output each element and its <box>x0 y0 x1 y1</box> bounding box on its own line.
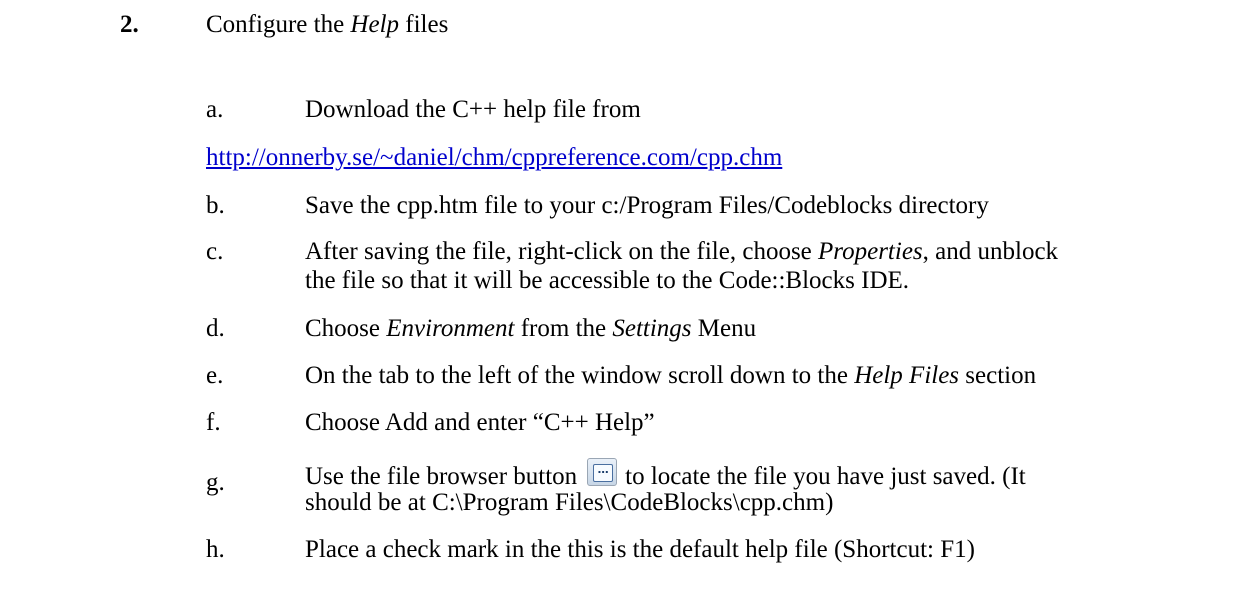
download-link[interactable]: http://onnerby.se/~daniel/chm/cppreferen… <box>206 143 782 173</box>
item-h-letter: h. <box>206 536 225 563</box>
item-f-text: Choose Add and enter “C++ Help” <box>305 409 655 436</box>
item-e-text: On the tab to the left of the window scr… <box>305 362 1037 389</box>
file-browser-button[interactable]: … <box>587 458 618 486</box>
item-g-text-line2: should be at C:\Program Files\CodeBlocks… <box>305 489 834 516</box>
item-f-letter: f. <box>206 409 221 436</box>
item-d-text: Choose Environment from the Settings Men… <box>305 315 757 342</box>
item-g-text-line1: Use the file browser button… to locate th… <box>305 458 1026 492</box>
step-number: 2. <box>120 11 139 38</box>
item-c-letter: c. <box>206 238 224 265</box>
step-title: Configure the Help files <box>206 11 449 38</box>
item-d-letter: d. <box>206 315 225 342</box>
item-e-letter: e. <box>206 362 224 389</box>
item-a-text: Download the C++ help file from <box>305 96 641 123</box>
ellipsis-browse-icon: … <box>593 464 614 482</box>
item-h-text: Place a check mark in the this is the de… <box>305 536 975 563</box>
item-g-letter: g. <box>206 469 225 496</box>
item-a-letter: a. <box>206 96 224 123</box>
item-b-letter: b. <box>206 192 225 219</box>
item-c-text-line1: After saving the file, right-click on th… <box>305 238 1059 265</box>
item-b-text: Save the cpp.htm file to your c:/Program… <box>305 192 989 219</box>
item-c-text-line2: the file so that it will be accessible t… <box>305 267 910 294</box>
